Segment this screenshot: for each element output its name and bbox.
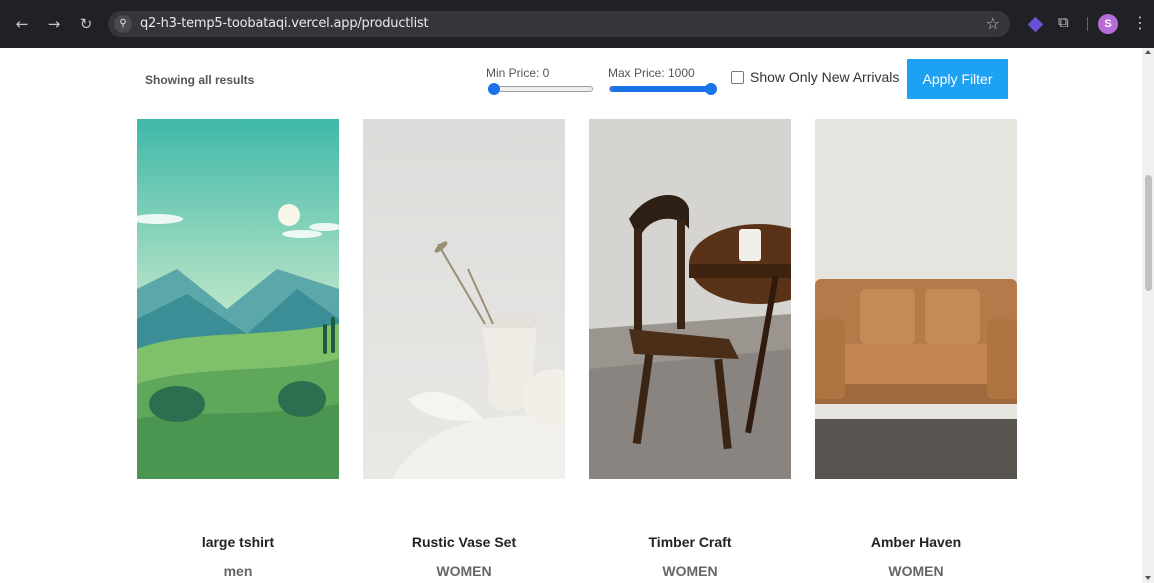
product-card[interactable]: Rustic Vase Set WOMEN [363, 119, 565, 579]
site-info-icon[interactable]: ⚲ [114, 15, 132, 33]
min-price-slider-thumb[interactable] [488, 83, 500, 95]
apply-filter-button[interactable]: Apply Filter [907, 59, 1008, 99]
product-image-chair[interactable] [589, 119, 791, 479]
product-title[interactable]: large tshirt [137, 534, 339, 550]
max-price-slider[interactable] [609, 83, 717, 95]
product-image-sofa[interactable] [815, 119, 1017, 479]
address-bar[interactable]: ⚲ q2-h3-temp5-toobataqi.vercel.app/produ… [108, 11, 1010, 37]
max-price-slider-thumb[interactable] [705, 83, 717, 95]
product-category: WOMEN [888, 563, 944, 579]
page-scrollbar[interactable] [1142, 48, 1154, 583]
product-image-landscape[interactable] [137, 119, 339, 479]
max-price-slider-fill [610, 86, 712, 92]
min-price-label: Min Price: 0 [486, 66, 550, 80]
product-category: WOMEN [436, 563, 492, 579]
toolbar-divider [1087, 17, 1088, 31]
product-image-vase[interactable] [363, 119, 565, 479]
product-card[interactable]: Amber Haven WOMEN [815, 119, 1017, 579]
new-arrivals-label[interactable]: Show Only New Arrivals [750, 69, 899, 85]
product-title[interactable]: Amber Haven [815, 534, 1017, 550]
product-category: men [223, 563, 253, 579]
product-title[interactable]: Rustic Vase Set [363, 534, 565, 550]
extensions-puzzle-icon[interactable]: ⧉ [1058, 13, 1076, 33]
browser-menu-icon[interactable]: ⋮ [1132, 13, 1148, 32]
product-category: WOMEN [662, 563, 718, 579]
profile-avatar[interactable]: S [1098, 14, 1118, 34]
extension-icon[interactable] [1027, 16, 1044, 33]
bookmark-star-icon[interactable]: ☆ [986, 14, 1000, 33]
results-count-text: Showing all results [145, 73, 255, 87]
scroll-up-arrow-icon[interactable] [1145, 50, 1151, 54]
reload-icon[interactable]: ↻ [76, 14, 96, 34]
product-title[interactable]: Timber Craft [589, 534, 791, 550]
back-icon[interactable]: ← [12, 14, 32, 34]
product-card[interactable]: Timber Craft WOMEN [589, 119, 791, 579]
forward-icon[interactable]: → [44, 14, 64, 34]
min-price-slider[interactable] [488, 83, 593, 95]
max-price-label: Max Price: 1000 [608, 66, 695, 80]
new-arrivals-checkbox[interactable] [731, 71, 744, 84]
scroll-down-arrow-icon[interactable] [1145, 576, 1151, 580]
scrollbar-thumb[interactable] [1145, 175, 1152, 291]
url-text[interactable]: q2-h3-temp5-toobataqi.vercel.app/product… [140, 16, 429, 31]
page-content: Showing all results Min Price: 0 Max Pri… [0, 48, 1142, 583]
browser-toolbar: ← → ↻ ⚲ q2-h3-temp5-toobataqi.vercel.app… [0, 0, 1154, 48]
product-card[interactable]: large tshirt men [137, 119, 339, 579]
